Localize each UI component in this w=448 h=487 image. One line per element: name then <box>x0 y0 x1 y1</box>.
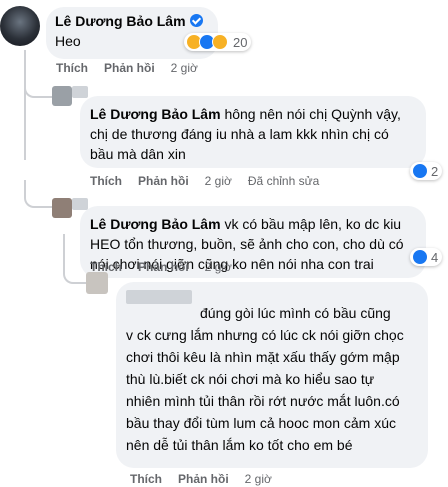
reply-button[interactable]: Phản hồi <box>104 61 155 75</box>
comment-time[interactable]: 2 giờ <box>205 260 232 274</box>
reply-button[interactable]: Phản hồi <box>178 472 229 486</box>
reply-button[interactable]: Phản hồi <box>138 174 189 188</box>
wow-reaction-icon <box>212 34 228 50</box>
comment-actions: Thích Phản hồi 2 giờ <box>90 260 248 274</box>
avatar[interactable] <box>52 198 72 218</box>
thread-connector <box>24 180 54 208</box>
reaction-count: 20 <box>233 34 248 50</box>
comment-time[interactable]: 2 giờ <box>171 61 198 75</box>
avatar[interactable] <box>86 272 108 294</box>
comment-actions: Thích Phản hồi 2 giờ <box>130 472 288 486</box>
comment-author[interactable]: Lê Dương Bảo Lâm <box>55 13 203 29</box>
redacted-area <box>72 198 88 210</box>
comment-time[interactable]: 2 giờ <box>245 472 272 486</box>
reaction-summary[interactable]: 20 <box>184 33 252 51</box>
verified-badge-icon <box>189 14 203 27</box>
comment-text: Heo <box>55 33 81 49</box>
comment-author[interactable]: Lê Dương Bảo Lâm <box>90 106 221 122</box>
redacted-area <box>72 86 88 98</box>
comment-text: đúng gòi lúc mình có bầu cũng v ck cưng … <box>126 305 404 453</box>
avatar[interactable] <box>0 6 40 46</box>
like-reaction-icon <box>412 249 428 265</box>
reaction-summary[interactable]: 4 <box>410 248 443 266</box>
like-button[interactable]: Thích <box>90 174 122 188</box>
avatar[interactable] <box>52 86 72 106</box>
comment-time[interactable]: 2 giờ <box>205 174 232 188</box>
reply-button[interactable]: Phản hồi <box>138 260 189 274</box>
like-reaction-icon <box>412 163 428 179</box>
reaction-summary[interactable]: 2 <box>410 162 443 180</box>
edited-label[interactable]: Đã chỉnh sửa <box>248 174 319 188</box>
reaction-count: 4 <box>431 249 439 265</box>
comment-text: Lê Dương Bảo Lâm hông nên nói chị Quỳnh … <box>90 106 401 162</box>
comment-actions: Thích Phản hồi 2 giờ Đã chỉnh sửa <box>90 174 335 188</box>
thread-connector <box>24 80 54 98</box>
like-button[interactable]: Thích <box>130 472 162 486</box>
reaction-count: 2 <box>431 163 439 179</box>
like-button[interactable]: Thích <box>56 61 88 75</box>
comment-author[interactable]: Lê Dương Bảo Lâm <box>90 216 221 232</box>
comment-actions: Thích Phản hồi 2 giờ <box>56 61 214 75</box>
